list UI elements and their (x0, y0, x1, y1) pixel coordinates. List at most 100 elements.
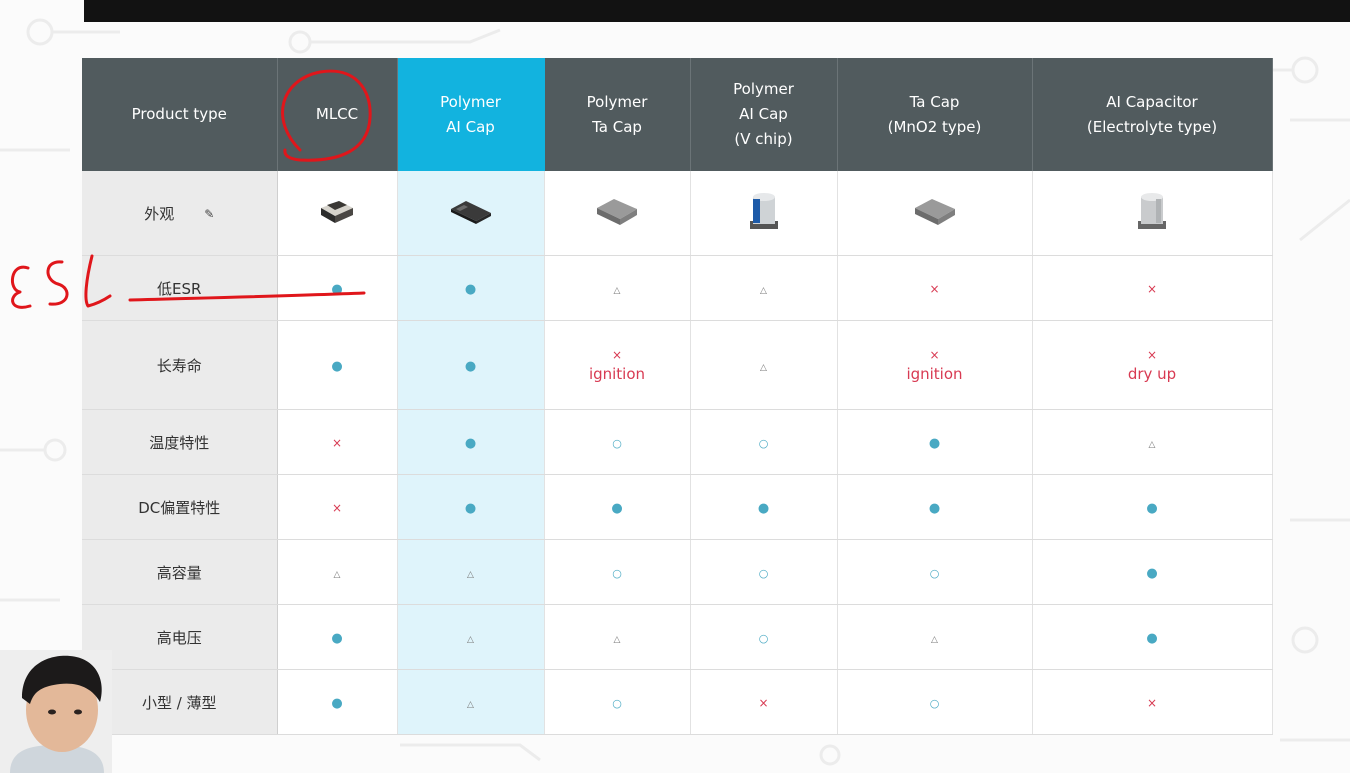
fair-mark-icon: △ (1148, 439, 1156, 450)
low-esr-row: 低ESR ● ● △ △ × × (82, 255, 1273, 321)
table-header-row: Product type MLCC Polymer AI Cap Polymer T… (82, 58, 1273, 171)
excellent-mark-icon: ● (464, 359, 477, 374)
polymer-al-vchip-image (690, 171, 838, 256)
cell: ● (544, 474, 691, 540)
good-mark-icon: ○ (758, 632, 769, 645)
poor-mark-icon: × (929, 348, 940, 362)
polymer-al-chip-icon (450, 201, 491, 224)
row-label-temperature: 温度特性 (82, 409, 278, 475)
fair-mark-icon: △ (760, 285, 767, 296)
excellent-mark-icon: ● (611, 501, 623, 516)
cell: ● (397, 320, 545, 410)
cell: ● (277, 604, 398, 670)
comparison-table: Product type MLCC Polymer AI Cap Polymer T… (82, 58, 1273, 735)
cell: ● (277, 255, 398, 321)
high-voltage-row: 高电压 ● △ △ ○ △ ● (82, 604, 1273, 670)
note-ignition: ignition (588, 365, 646, 383)
cell: △ (1032, 409, 1273, 475)
long-life-row: 长寿命 ● ● × ignition △ × ignition × dry up (82, 320, 1273, 410)
poor-mark-icon: × (331, 501, 343, 515)
poor-mark-icon: × (758, 696, 769, 710)
cell: △ (544, 604, 691, 670)
header-mlcc: MLCC (277, 58, 398, 171)
cell: ● (1032, 474, 1273, 540)
header-polymer-ta-cap: Polymer Ta Cap (544, 58, 691, 171)
row-label-high-capacitance: 高容量 (82, 539, 278, 605)
video-top-bar (84, 0, 1350, 22)
cell: △ (397, 604, 545, 670)
cell: △ (690, 255, 838, 321)
al-capacitor-image (1032, 171, 1273, 256)
excellent-mark-icon: ● (464, 436, 477, 451)
high-capacitance-row: 高容量 △ △ ○ ○ ○ ● (82, 539, 1273, 605)
excellent-mark-icon: ● (757, 501, 770, 516)
fair-mark-icon: △ (613, 634, 621, 645)
can-capacitor-blue-icon (749, 193, 778, 229)
poor-mark-icon: × (331, 436, 343, 450)
cell: ● (690, 474, 838, 540)
temperature-row: 温度特性 × ● ○ ○ ● △ (82, 409, 1273, 475)
cell: ○ (690, 409, 838, 475)
header-polymer-al-cap-vchip: Polymer AI Cap (V chip) (690, 58, 838, 171)
dc-bias-row: DC偏置特性 × ● ● ● ● ● (82, 474, 1273, 540)
fair-mark-icon: △ (467, 634, 474, 645)
good-mark-icon: ○ (612, 697, 622, 710)
cell: △ (544, 255, 691, 321)
pencil-cursor-icon: ✎ (204, 207, 215, 221)
good-mark-icon: ○ (929, 567, 940, 580)
ta-cap-mno2-image (837, 171, 1033, 256)
polymer-al-cap-image (397, 171, 545, 256)
small-thin-row: 小型 / 薄型 ● △ ○ × ○ × (82, 669, 1273, 735)
excellent-mark-icon: ● (464, 501, 477, 516)
cell: △ (837, 604, 1033, 670)
header-product-type: Product type (82, 58, 278, 171)
row-label-appearance: 外观 ✎ (82, 171, 278, 256)
cell: × (277, 474, 398, 540)
header-ta-cap-mno2: Ta Cap (MnO2 type) (837, 58, 1033, 171)
header-polymer-al-cap: Polymer AI Cap (397, 58, 545, 171)
cell: ○ (837, 539, 1033, 605)
fair-mark-icon: △ (760, 362, 767, 373)
poor-mark-icon: × (929, 282, 940, 296)
mlcc-chip-icon (321, 201, 353, 223)
excellent-mark-icon: ● (331, 631, 343, 646)
cell: × (1032, 669, 1273, 735)
cell: × (1032, 255, 1273, 321)
row-label-low-esr: 低ESR (82, 255, 278, 321)
excellent-mark-icon: ● (928, 436, 941, 451)
ta-chip-icon (914, 199, 955, 225)
cell: △ (277, 539, 398, 605)
header-al-capacitor-electrolyte: AI Capacitor (Electrolyte type) (1032, 58, 1273, 171)
cell: × (690, 669, 838, 735)
note-dry-up: dry up (1127, 365, 1177, 383)
fair-mark-icon: △ (333, 569, 341, 580)
cell: ● (277, 669, 398, 735)
cell: ○ (544, 669, 691, 735)
cell: × ignition (837, 320, 1033, 410)
good-mark-icon: ○ (758, 437, 769, 450)
presenter-avatar-icon (0, 650, 112, 773)
cell: ○ (544, 539, 691, 605)
excellent-mark-icon: ● (331, 282, 343, 297)
cell: ● (837, 409, 1033, 475)
excellent-mark-icon: ● (928, 501, 941, 516)
cell: × dry up (1032, 320, 1273, 410)
polymer-ta-cap-image (544, 171, 691, 256)
good-mark-icon: ○ (929, 697, 940, 710)
cell: ● (1032, 539, 1273, 605)
presenter-webcam (0, 650, 112, 773)
cell: ○ (544, 409, 691, 475)
cell: ○ (690, 539, 838, 605)
excellent-mark-icon: ● (1146, 501, 1158, 516)
good-mark-icon: ○ (612, 567, 622, 580)
cell: ○ (690, 604, 838, 670)
poor-mark-icon: × (611, 348, 623, 362)
fair-mark-icon: △ (931, 634, 938, 645)
cell: × (277, 409, 398, 475)
cell: ● (277, 320, 398, 410)
poor-mark-icon: × (1146, 696, 1158, 710)
fair-mark-icon: △ (467, 569, 474, 580)
fair-mark-icon: △ (613, 285, 621, 296)
good-mark-icon: ○ (758, 567, 769, 580)
polymer-ta-chip-icon (597, 199, 637, 225)
